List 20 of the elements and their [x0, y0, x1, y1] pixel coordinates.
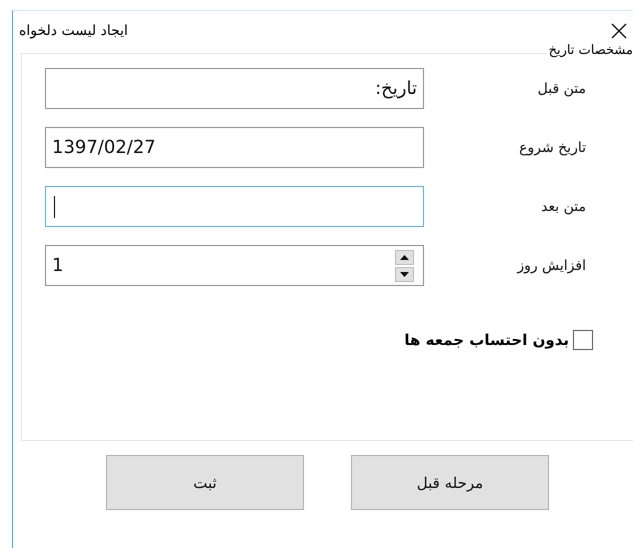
checkbox[interactable] [573, 330, 593, 350]
group-legend: مشخصات تاریخ [546, 43, 633, 58]
dialog-button[interactable]: ثبت [106, 455, 304, 510]
up-arrow-icon [400, 254, 409, 260]
field-label: افزایش روز [516, 258, 586, 274]
checkbox-label: بدون احتساب جمعه ها [404, 331, 569, 349]
spin-up-button[interactable] [395, 250, 414, 264]
dialog-button[interactable]: مرحله قبل [351, 455, 549, 510]
text-field[interactable]: تاریخ: [45, 68, 424, 109]
close-icon[interactable] [611, 23, 627, 39]
text-cursor [54, 196, 55, 218]
text-field[interactable]: 1397/02/27 [45, 127, 424, 168]
number-spinner[interactable]: 1 [45, 245, 424, 286]
field-label: تاریخ شروع [518, 140, 586, 156]
window-title: ایجاد لیست دلخواه [19, 23, 128, 39]
text-field[interactable] [45, 186, 424, 227]
down-arrow-icon [400, 272, 409, 276]
field-label: متن بعد [540, 198, 586, 214]
field-label: متن قبل [536, 80, 586, 96]
spin-down-button[interactable] [395, 266, 414, 282]
